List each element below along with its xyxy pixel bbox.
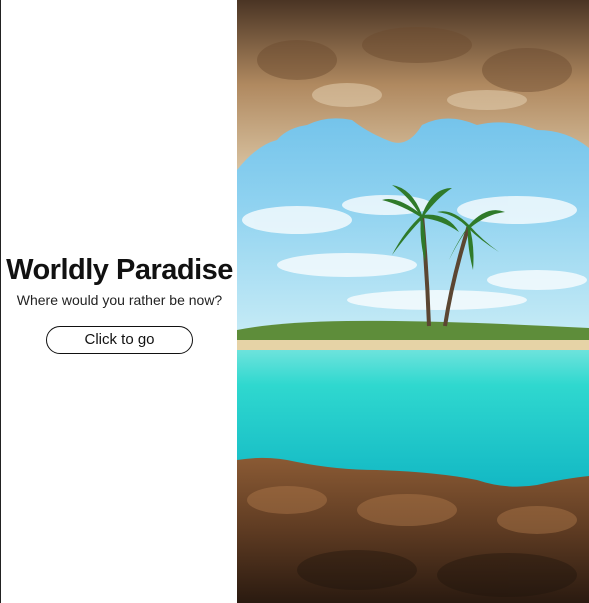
click-to-go-button[interactable]: Click to go	[46, 326, 193, 354]
page: Worldly Paradise Where would you rather …	[0, 0, 589, 603]
island-cave-photo	[237, 0, 589, 603]
hero-title: Worldly Paradise	[6, 254, 233, 286]
hero-text-panel: Worldly Paradise Where would you rather …	[0, 0, 237, 603]
island-beach	[237, 340, 589, 350]
hero-subtitle: Where would you rather be now?	[16, 292, 223, 308]
